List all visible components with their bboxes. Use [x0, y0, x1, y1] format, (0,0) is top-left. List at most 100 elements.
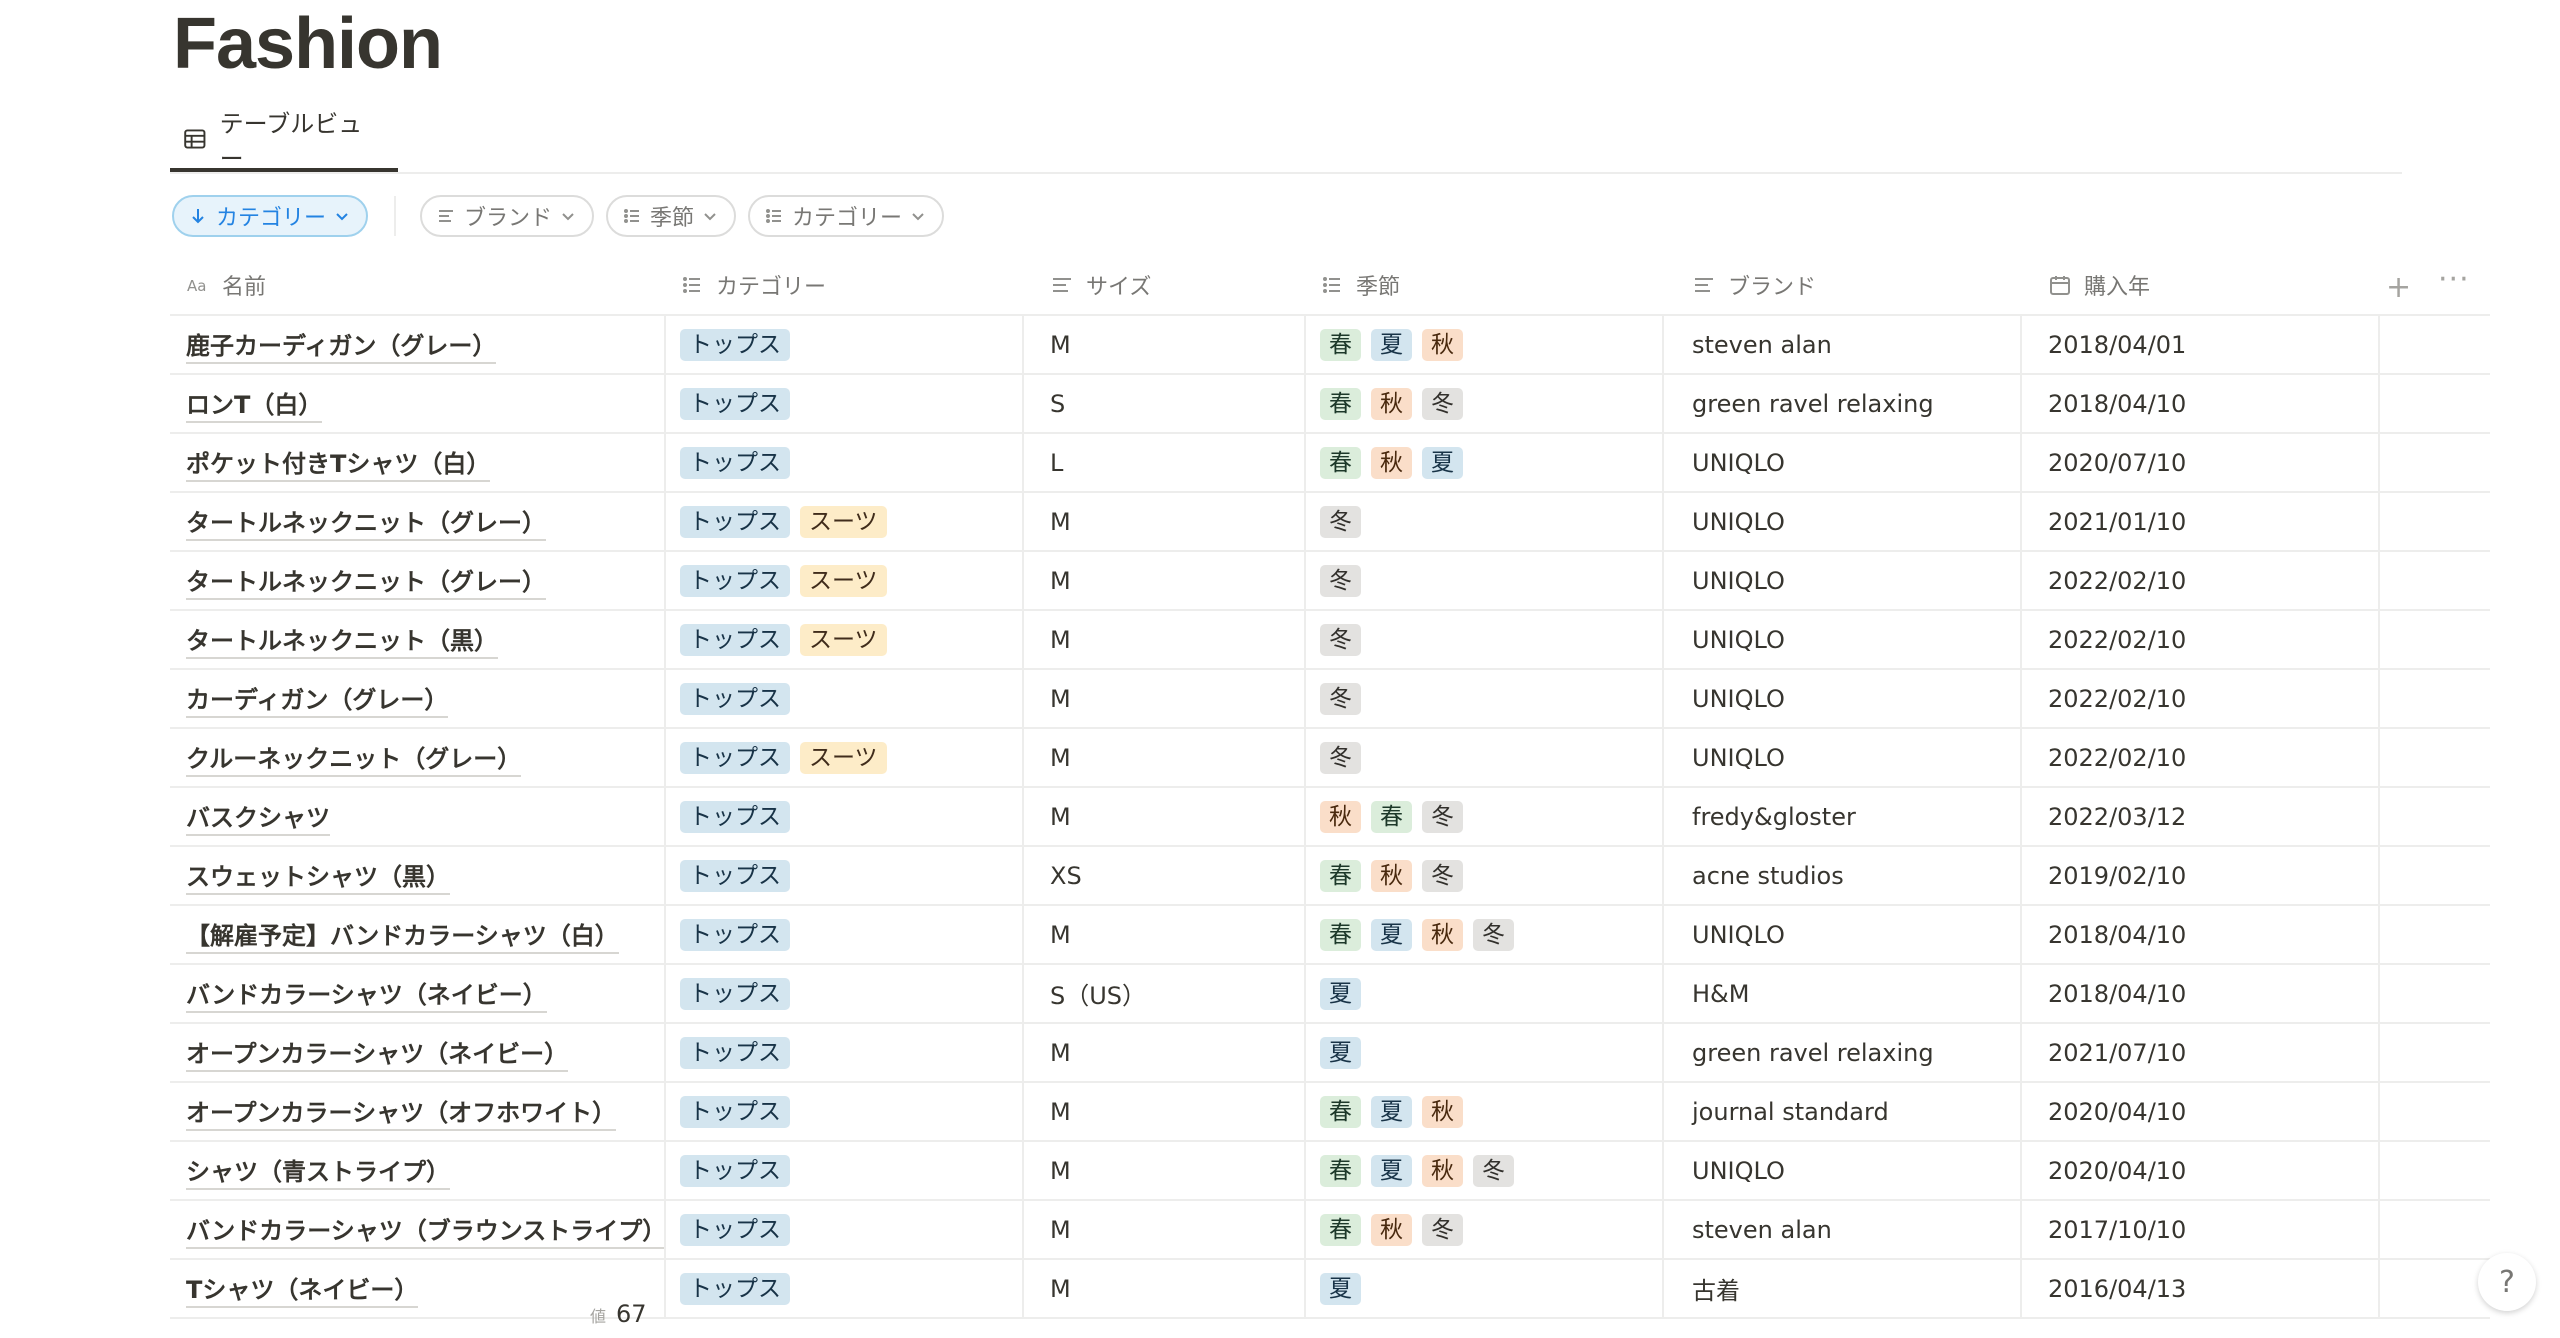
- name-cell[interactable]: 【解雇予定】バンドカラーシャツ（白）: [170, 906, 666, 963]
- empty-cell[interactable]: [2380, 788, 2490, 845]
- empty-cell[interactable]: [2380, 1201, 2490, 1258]
- name-cell[interactable]: オープンカラーシャツ（ネイビー）: [170, 1024, 666, 1081]
- empty-cell[interactable]: [2380, 375, 2490, 432]
- season-cell[interactable]: 春夏秋冬: [1306, 906, 1664, 963]
- purchase-date-cell[interactable]: 2016/04/13: [2022, 1260, 2380, 1317]
- table-row[interactable]: 鹿子カーディガン（グレー） トップス M 春夏秋 steven alan 2018/04/…: [170, 316, 2490, 375]
- purchase-date-cell[interactable]: 2022/02/10: [2022, 611, 2380, 668]
- brand-cell[interactable]: UNIQLO: [1664, 611, 2022, 668]
- size-cell[interactable]: M: [1024, 316, 1306, 373]
- empty-cell[interactable]: [2380, 906, 2490, 963]
- brand-cell[interactable]: UNIQLO: [1664, 434, 2022, 491]
- brand-cell[interactable]: UNIQLO: [1664, 906, 2022, 963]
- season-cell[interactable]: 冬: [1306, 611, 1664, 668]
- purchase-date-cell[interactable]: 2020/07/10: [2022, 434, 2380, 491]
- category-cell[interactable]: トップス: [666, 316, 1024, 373]
- table-row[interactable]: ロンT（白） トップス S 春秋冬 green ravel relaxing 2018/0…: [170, 375, 2490, 434]
- brand-cell[interactable]: UNIQLO: [1664, 729, 2022, 786]
- season-cell[interactable]: 秋春冬: [1306, 788, 1664, 845]
- brand-cell[interactable]: UNIQLO: [1664, 670, 2022, 727]
- purchase-date-cell[interactable]: 2022/02/10: [2022, 729, 2380, 786]
- table-row[interactable]: オープンカラーシャツ（ネイビー） トップス M 夏 green ravel relaxi…: [170, 1024, 2490, 1083]
- season-cell[interactable]: 春夏秋: [1306, 1083, 1664, 1140]
- column-header-purchase-year[interactable]: 購入年: [2022, 256, 2380, 314]
- purchase-date-cell[interactable]: 2018/04/10: [2022, 906, 2380, 963]
- season-cell[interactable]: 夏: [1306, 1024, 1664, 1081]
- empty-cell[interactable]: [2380, 1260, 2490, 1317]
- brand-cell[interactable]: green ravel relaxing: [1664, 1024, 2022, 1081]
- category-cell[interactable]: トップス: [666, 670, 1024, 727]
- category-cell[interactable]: トップス: [666, 1201, 1024, 1258]
- column-header-size[interactable]: サイズ: [1024, 256, 1306, 314]
- season-cell[interactable]: 春秋冬: [1306, 847, 1664, 904]
- purchase-date-cell[interactable]: 2018/04/10: [2022, 375, 2380, 432]
- category-cell[interactable]: トップス スーツ: [666, 493, 1024, 550]
- name-cell[interactable]: バンドカラーシャツ（ブラウンストライプ）: [170, 1201, 666, 1258]
- table-row[interactable]: ポケット付きTシャツ（白） トップス L 春秋夏 UNIQLO 2020/07/10: [170, 434, 2490, 493]
- season-cell[interactable]: 夏: [1306, 1260, 1664, 1317]
- filter-chip-brand[interactable]: ブランド: [420, 195, 595, 237]
- brand-cell[interactable]: steven alan: [1664, 316, 2022, 373]
- category-cell[interactable]: トップス: [666, 434, 1024, 491]
- name-cell[interactable]: スウェットシャツ（黒）: [170, 847, 666, 904]
- empty-cell[interactable]: [2380, 1142, 2490, 1199]
- category-cell[interactable]: トップス スーツ: [666, 552, 1024, 609]
- name-cell[interactable]: ロンT（白）: [170, 375, 666, 432]
- season-cell[interactable]: 春秋夏: [1306, 434, 1664, 491]
- help-button[interactable]: ?: [2478, 1253, 2536, 1311]
- size-cell[interactable]: S: [1024, 375, 1306, 432]
- empty-cell[interactable]: [2380, 611, 2490, 668]
- category-cell[interactable]: トップス: [666, 1083, 1024, 1140]
- table-row[interactable]: タートルネックニット（グレー） トップス スーツ M 冬 UNIQLO 2021/01/10: [170, 493, 2490, 552]
- purchase-date-cell[interactable]: 2018/04/01: [2022, 316, 2380, 373]
- add-column-plus-icon[interactable]: +: [2386, 270, 2411, 305]
- table-row[interactable]: バスクシャツ トップス M 秋春冬 fredy&gloster 2022/03/12: [170, 788, 2490, 847]
- column-header-category[interactable]: カテゴリー: [666, 256, 1024, 314]
- brand-cell[interactable]: UNIQLO: [1664, 1142, 2022, 1199]
- table-row[interactable]: シャツ（青ストライプ） トップス M 春夏秋冬 UNIQLO 2020/04/10: [170, 1142, 2490, 1201]
- category-cell[interactable]: トップス: [666, 1024, 1024, 1081]
- empty-cell[interactable]: [2380, 729, 2490, 786]
- brand-cell[interactable]: H&M: [1664, 965, 2022, 1022]
- name-cell[interactable]: ポケット付きTシャツ（白）: [170, 434, 666, 491]
- size-cell[interactable]: M: [1024, 1201, 1306, 1258]
- size-cell[interactable]: S（US）: [1024, 965, 1306, 1022]
- purchase-date-cell[interactable]: 2022/02/10: [2022, 552, 2380, 609]
- brand-cell[interactable]: steven alan: [1664, 1201, 2022, 1258]
- season-cell[interactable]: 冬: [1306, 493, 1664, 550]
- table-row[interactable]: オープンカラーシャツ（オフホワイト） トップス M 春夏秋 journal standa…: [170, 1083, 2490, 1142]
- table-row[interactable]: タートルネックニット（グレー） トップス スーツ M 冬 UNIQLO 2022/02/10: [170, 552, 2490, 611]
- purchase-date-cell[interactable]: 2019/02/10: [2022, 847, 2380, 904]
- brand-cell[interactable]: green ravel relaxing: [1664, 375, 2022, 432]
- filter-chip-category[interactable]: カテゴリー: [748, 195, 945, 237]
- name-cell[interactable]: バスクシャツ: [170, 788, 666, 845]
- column-header-brand[interactable]: ブランド: [1664, 256, 2022, 314]
- season-cell[interactable]: 春夏秋冬: [1306, 1142, 1664, 1199]
- purchase-date-cell[interactable]: 2021/01/10: [2022, 493, 2380, 550]
- category-cell[interactable]: トップス スーツ: [666, 611, 1024, 668]
- name-cell[interactable]: タートルネックニット（黒）: [170, 611, 666, 668]
- empty-cell[interactable]: [2380, 1024, 2490, 1081]
- season-cell[interactable]: 春秋冬: [1306, 1201, 1664, 1258]
- size-cell[interactable]: L: [1024, 434, 1306, 491]
- column-header-season[interactable]: 季節: [1306, 256, 1664, 314]
- size-cell[interactable]: M: [1024, 788, 1306, 845]
- purchase-date-cell[interactable]: 2022/03/12: [2022, 788, 2380, 845]
- brand-cell[interactable]: UNIQLO: [1664, 493, 2022, 550]
- season-cell[interactable]: 春秋冬: [1306, 375, 1664, 432]
- size-cell[interactable]: M: [1024, 906, 1306, 963]
- season-cell[interactable]: 冬: [1306, 729, 1664, 786]
- name-cell[interactable]: オープンカラーシャツ（オフホワイト）: [170, 1083, 666, 1140]
- size-cell[interactable]: M: [1024, 493, 1306, 550]
- season-cell[interactable]: 夏: [1306, 965, 1664, 1022]
- footer-count-value[interactable]: 67: [616, 1300, 647, 1328]
- size-cell[interactable]: M: [1024, 1142, 1306, 1199]
- name-cell[interactable]: バンドカラーシャツ（ネイビー）: [170, 965, 666, 1022]
- category-cell[interactable]: トップス スーツ: [666, 729, 1024, 786]
- category-cell[interactable]: トップス: [666, 375, 1024, 432]
- brand-cell[interactable]: journal standard: [1664, 1083, 2022, 1140]
- category-cell[interactable]: トップス: [666, 965, 1024, 1022]
- table-row[interactable]: バンドカラーシャツ（ネイビー） トップス S（US） 夏 H&M 2018/04/10: [170, 965, 2490, 1024]
- empty-cell[interactable]: [2380, 847, 2490, 904]
- purchase-date-cell[interactable]: 2018/04/10: [2022, 965, 2380, 1022]
